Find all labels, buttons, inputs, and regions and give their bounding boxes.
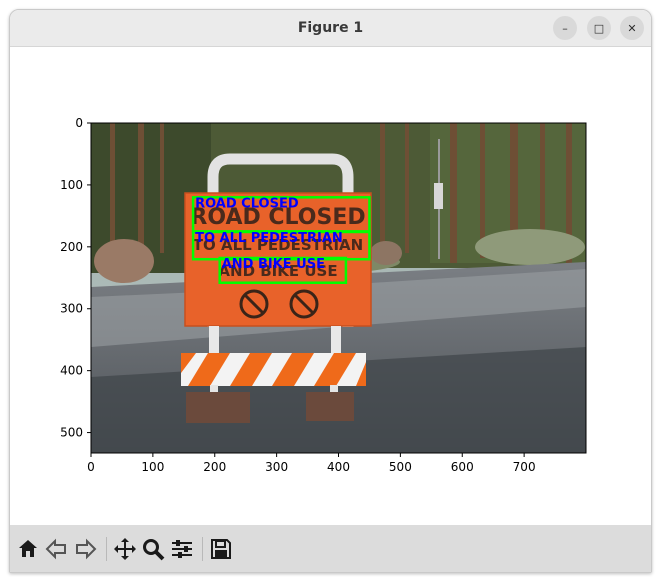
save-icon[interactable] (207, 535, 235, 563)
forward-icon[interactable] (72, 535, 100, 563)
x-axis: 0 100 200 300 400 500 600 700 (87, 453, 536, 474)
y-tick-label: 200 (60, 240, 83, 254)
navigation-toolbar (10, 525, 651, 572)
photo-image: ROAD CLOSED TO ALL PEDESTRIAN AND BIKE U… (91, 123, 586, 453)
y-tick-label: 300 (60, 302, 83, 316)
detection-label: AND BIKE USE (222, 257, 325, 272)
plot-svg: ROAD CLOSED TO ALL PEDESTRIAN AND BIKE U… (60, 116, 587, 474)
y-axis: 0 100 200 300 400 500 (60, 116, 91, 440)
back-icon[interactable] (42, 535, 70, 563)
y-tick-label: 500 (60, 426, 83, 440)
y-tick-label: 400 (60, 364, 83, 378)
home-icon[interactable] (14, 535, 42, 563)
x-tick-label: 500 (389, 460, 412, 474)
x-tick-label: 200 (203, 460, 226, 474)
figure-window: Figure 1 – □ ✕ ROAD CLOSED TO ALL PEDEST… (9, 9, 652, 573)
x-tick-label: 100 (141, 460, 164, 474)
pan-icon[interactable] (111, 535, 139, 563)
configure-subplots-icon[interactable] (168, 535, 196, 563)
maximize-button[interactable]: □ (587, 16, 611, 40)
minimize-button[interactable]: – (553, 16, 577, 40)
x-tick-label: 0 (87, 460, 95, 474)
x-tick-label: 300 (265, 460, 288, 474)
detection-label: TO ALL PEDESTRIAN (195, 231, 343, 246)
detection-label: ROAD CLOSED (195, 196, 299, 211)
y-tick-label: 0 (75, 116, 83, 130)
y-tick-label: 100 (60, 178, 83, 192)
figure-canvas[interactable]: ROAD CLOSED TO ALL PEDESTRIAN AND BIKE U… (10, 47, 651, 525)
x-tick-label: 700 (513, 460, 536, 474)
title-bar: Figure 1 – □ ✕ (10, 10, 651, 47)
x-tick-label: 600 (451, 460, 474, 474)
x-tick-label: 400 (327, 460, 350, 474)
close-button[interactable]: ✕ (620, 16, 644, 40)
zoom-icon[interactable] (139, 535, 167, 563)
